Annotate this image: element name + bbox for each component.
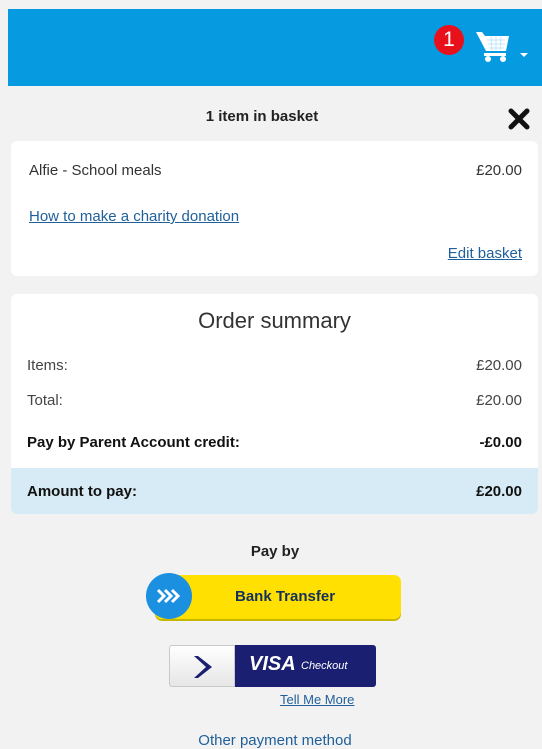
bank-transfer-button[interactable]: Bank Transfer (145, 573, 401, 621)
credit-value: -£0.00 (479, 434, 522, 451)
bank-transfer-label: Bank Transfer (235, 588, 336, 605)
chevrons-right-icon (146, 573, 192, 619)
edit-basket-link[interactable]: Edit basket (448, 245, 522, 262)
pay-by-heading: Pay by (250, 543, 300, 560)
visa-checkout-word: Checkout (301, 660, 348, 672)
shopping-cart-icon[interactable] (474, 26, 512, 64)
amount-row: Amount to pay: £20.00 (27, 483, 522, 500)
close-icon[interactable] (508, 108, 530, 130)
amount-value: £20.00 (476, 483, 522, 500)
credit-label: Pay by Parent Account credit: (27, 434, 240, 451)
visa-brand-panel: VISA Checkout (235, 645, 376, 687)
basket-panel: 1 item in basket Alfie - School meals £2… (8, 86, 542, 749)
chevron-right-icon (194, 656, 212, 678)
items-label: Items: (27, 357, 68, 374)
visa-checkout-button[interactable]: VISA Checkout (169, 645, 376, 687)
charity-donation-link[interactable]: How to make a charity donation (29, 208, 239, 225)
other-payment-method-link[interactable]: Other payment method (8, 732, 542, 749)
caret-down-icon[interactable] (520, 53, 528, 57)
total-value: £20.00 (476, 392, 522, 409)
tell-me-more-link[interactable]: Tell Me More (280, 692, 354, 707)
basket-items-card: Alfie - School meals £20.00 How to make … (11, 141, 538, 276)
items-value: £20.00 (476, 357, 522, 374)
total-row: Total: £20.00 (27, 392, 522, 409)
amount-to-pay-bar: Amount to pay: £20.00 (11, 468, 538, 514)
total-label: Total: (27, 392, 63, 409)
order-summary-card: Order summary Items: £20.00 Total: £20.0… (11, 294, 538, 514)
visa-chevron-panel (169, 645, 235, 687)
items-row: Items: £20.00 (27, 357, 522, 374)
visa-word: VISA (249, 653, 296, 675)
amount-label: Amount to pay: (27, 483, 137, 500)
basket-title: 1 item in basket (205, 108, 319, 125)
basket-item-name: Alfie - School meals (29, 162, 162, 179)
order-summary-title: Order summary (198, 308, 351, 333)
cart-count-badge: 1 (434, 25, 464, 55)
credit-row: Pay by Parent Account credit: -£0.00 (27, 434, 522, 451)
basket-item-price: £20.00 (476, 162, 522, 179)
